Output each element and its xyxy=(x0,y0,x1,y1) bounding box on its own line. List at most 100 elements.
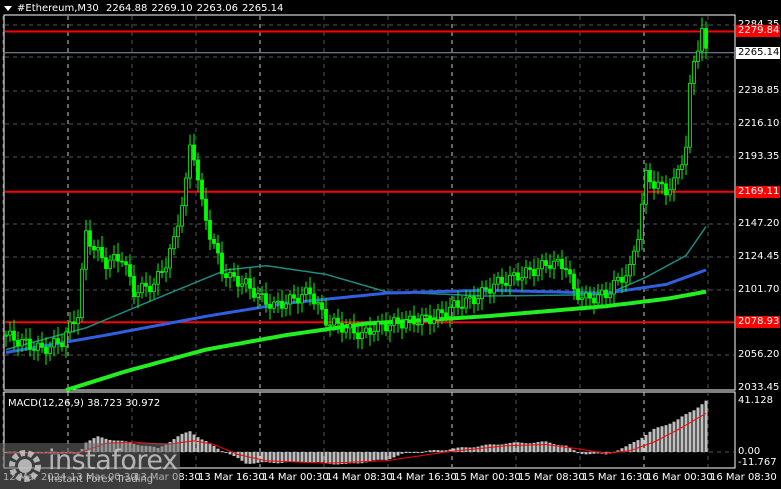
candle-body xyxy=(532,269,536,277)
candle-body xyxy=(300,294,304,304)
candle-body xyxy=(692,61,696,84)
macd-histogram-bar xyxy=(300,452,304,463)
candle-body xyxy=(88,230,92,247)
candle-body xyxy=(616,276,620,281)
candle-body xyxy=(200,179,204,200)
candle-body xyxy=(108,259,112,269)
candle-body xyxy=(196,159,200,181)
macd-histogram-bar xyxy=(320,452,324,463)
brand-name: instaforex xyxy=(48,445,178,476)
macd-histogram-bar xyxy=(684,414,688,452)
level-price-tag: 2078.93 xyxy=(736,316,780,329)
macd-histogram-bar xyxy=(348,452,352,464)
candle-body xyxy=(352,323,356,334)
macd-histogram-bar xyxy=(588,452,592,455)
candle-body xyxy=(148,285,152,293)
candle-body xyxy=(588,292,592,299)
candle-body xyxy=(76,317,80,325)
candle-body xyxy=(248,278,252,289)
macd-histogram-bar xyxy=(700,404,704,452)
candle-body xyxy=(336,317,340,324)
macd-histogram-bar xyxy=(664,425,668,452)
candle-body xyxy=(192,144,196,161)
candle-body xyxy=(464,297,468,309)
candle-body xyxy=(132,275,136,297)
candle-body xyxy=(80,268,84,319)
macd-histogram-bar xyxy=(296,452,300,462)
macd-histogram-bar xyxy=(244,452,248,464)
macd-histogram-bar xyxy=(328,452,332,464)
ma-fast-line xyxy=(5,226,707,351)
price-axis-label: 2147.20 xyxy=(738,218,780,229)
candle-body xyxy=(288,294,292,305)
candle-body xyxy=(292,294,296,299)
candle-body xyxy=(388,324,392,332)
candle-body xyxy=(644,169,648,205)
candle-body xyxy=(36,342,40,351)
macd-histogram-bar xyxy=(696,407,700,452)
macd-histogram-bar xyxy=(432,449,436,452)
candle-body xyxy=(308,287,312,295)
macd-histogram-bar xyxy=(692,410,696,452)
macd-histogram-bar xyxy=(380,452,384,460)
price-axis-label: 2033.45 xyxy=(738,382,780,393)
candle-body xyxy=(424,314,428,317)
candle-body xyxy=(44,346,48,354)
close-value: 2265.14 xyxy=(242,3,284,14)
candle-body xyxy=(208,219,212,240)
level-price-tag: 2169.11 xyxy=(736,185,780,198)
candle-body xyxy=(640,203,644,241)
candle-body xyxy=(168,248,172,269)
macd-axis-min: -11.767 xyxy=(738,457,777,468)
candle-body xyxy=(104,257,108,269)
candle-body xyxy=(100,247,104,259)
candle-body xyxy=(612,279,616,295)
candle-body xyxy=(4,334,8,337)
candle-body xyxy=(84,230,88,270)
candle-body xyxy=(316,302,320,305)
candle-body xyxy=(444,312,448,317)
candle-body xyxy=(364,327,368,333)
candle-body xyxy=(144,282,148,287)
macd-histogram-bar xyxy=(420,452,424,453)
price-axis-label: 2193.35 xyxy=(738,151,780,162)
macd-axis-zero: 0.00 xyxy=(738,446,761,457)
macd-histogram-bar xyxy=(672,421,676,452)
macd-histogram-bar xyxy=(436,450,440,452)
chart-header: #Ethereum,M30 2264.88 2269.10 2263.06 2265.… xyxy=(4,3,287,14)
macd-histogram-bar xyxy=(400,452,404,454)
macd-histogram-bar xyxy=(688,412,692,452)
macd-histogram-bar xyxy=(652,428,656,452)
candle-body xyxy=(256,293,260,298)
macd-histogram-bar xyxy=(304,452,308,463)
candle-body xyxy=(296,297,300,304)
macd-histogram-bar xyxy=(516,442,520,452)
candle-body xyxy=(700,28,704,52)
macd-histogram-bar xyxy=(572,450,576,452)
candle-body xyxy=(204,198,208,221)
candle-body xyxy=(480,287,484,300)
macd-histogram-bar xyxy=(704,400,708,452)
candle-body xyxy=(656,181,660,189)
macd-histogram-bar xyxy=(364,452,368,463)
candle-body xyxy=(164,267,168,273)
macd-histogram-bar xyxy=(580,452,584,454)
ma-slow-line xyxy=(65,289,707,393)
brand-tagline: Instant Forex Trading xyxy=(48,474,154,485)
candle-body xyxy=(580,297,584,300)
price-chart[interactable] xyxy=(0,0,781,489)
macd-histogram-bar xyxy=(548,442,552,452)
macd-histogram-bar xyxy=(544,441,548,452)
candle-body xyxy=(12,330,16,341)
macd-histogram-bar xyxy=(248,452,252,464)
macd-histogram-bar xyxy=(576,452,580,454)
candle-body xyxy=(376,321,380,332)
collapse-triangle-icon[interactable] xyxy=(4,5,12,11)
candle-body xyxy=(548,265,552,269)
candle-body xyxy=(244,278,248,285)
candle-body xyxy=(472,296,476,305)
macd-histogram-bar xyxy=(376,452,380,460)
candle-body xyxy=(272,301,276,309)
time-axis-label: 15 Mar 00:30 xyxy=(454,472,521,483)
macd-histogram-bar xyxy=(200,439,204,452)
